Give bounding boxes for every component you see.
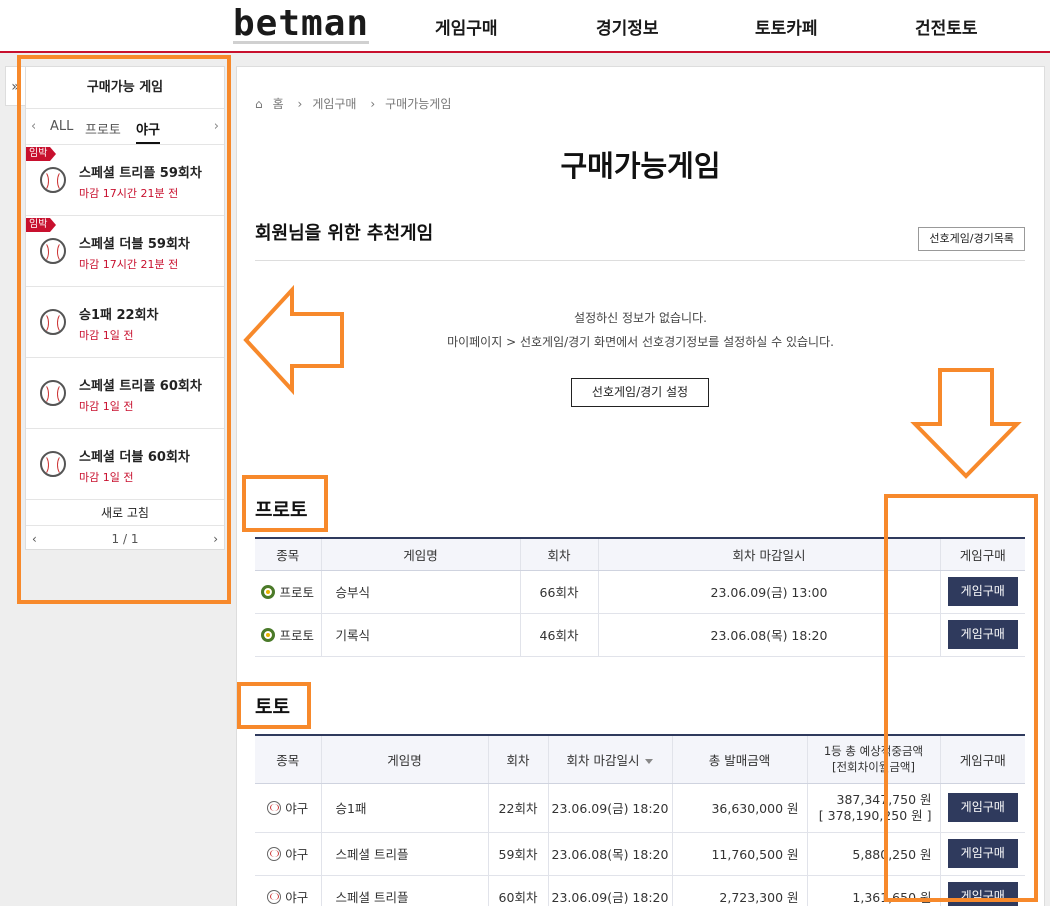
down-arrow-icon bbox=[910, 368, 1022, 479]
annotation-arrows bbox=[243, 284, 1022, 479]
left-arrow-icon bbox=[243, 284, 344, 396]
